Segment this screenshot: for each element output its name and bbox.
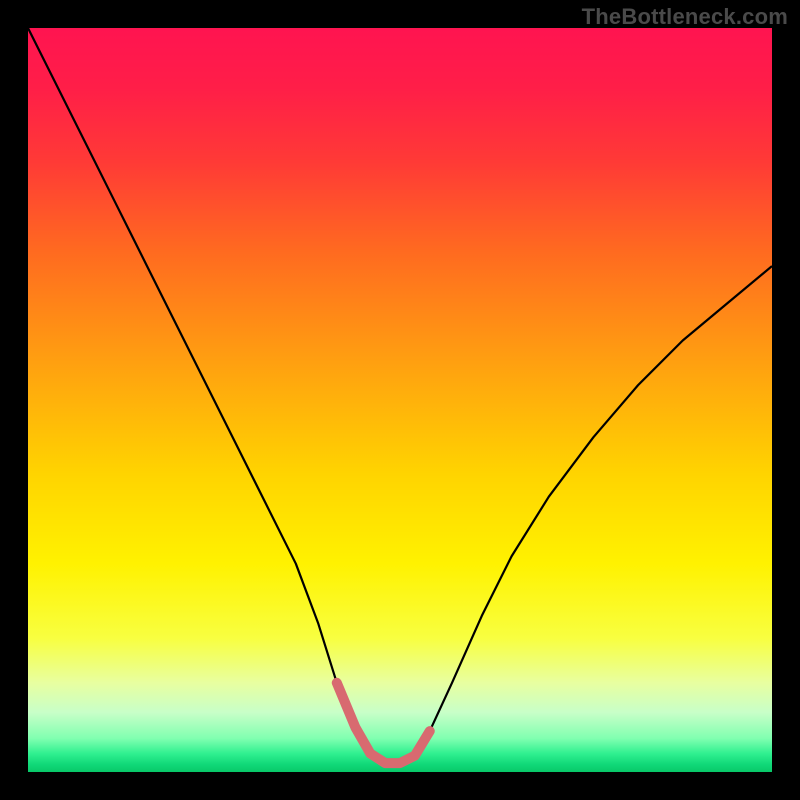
watermark-text: TheBottleneck.com xyxy=(582,4,788,30)
bottom-highlight xyxy=(337,683,430,763)
bottleneck-curve xyxy=(28,28,772,763)
curve-layer xyxy=(28,28,772,772)
chart-frame: TheBottleneck.com xyxy=(0,0,800,800)
plot-inner xyxy=(28,28,772,772)
plot-area xyxy=(28,28,772,772)
